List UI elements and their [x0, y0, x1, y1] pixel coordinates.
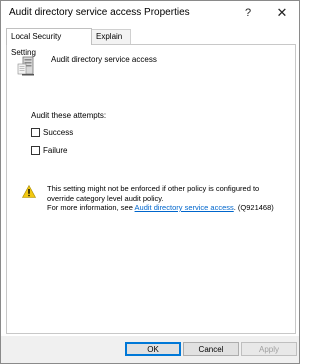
warning-message: This setting might not be enforced if ot…: [47, 184, 287, 213]
warning-icon: [22, 185, 36, 198]
warning-line-2: override category level audit policy.: [47, 193, 164, 203]
help-button[interactable]: ?: [233, 1, 263, 25]
policy-name: Audit directory service access: [51, 55, 157, 64]
failure-checkbox[interactable]: [31, 146, 40, 155]
success-option[interactable]: Success: [31, 128, 73, 137]
ok-button[interactable]: OK: [125, 342, 181, 356]
properties-dialog: Audit directory service access Propertie…: [0, 0, 300, 364]
warning-line-1: This setting might not be enforced if ot…: [47, 184, 260, 193]
tab-explain[interactable]: Explain: [91, 29, 131, 44]
warning-line-3: For more information, see Audit director…: [47, 203, 287, 213]
close-button[interactable]: ✕: [267, 1, 297, 25]
cancel-button[interactable]: Cancel: [183, 342, 239, 356]
title-bar: Audit directory service access Propertie…: [1, 1, 299, 25]
dialog-button-bar: OK Cancel Apply: [1, 336, 299, 363]
warning-line-3-prefix: For more information, see: [47, 203, 135, 212]
failure-label: Failure: [43, 146, 68, 155]
more-info-link[interactable]: Audit directory service access: [135, 203, 234, 212]
help-icon: ?: [244, 7, 252, 19]
failure-option[interactable]: Failure: [31, 146, 67, 155]
warning-line-3-suffix: . (Q921468): [233, 203, 274, 212]
apply-button[interactable]: Apply: [241, 342, 297, 356]
tab-panel: Audit directory service access Audit the…: [6, 44, 296, 334]
window-title: Audit directory service access Propertie…: [9, 7, 190, 18]
audit-attempts-label: Audit these attempts:: [31, 111, 107, 120]
close-icon: ✕: [276, 5, 288, 20]
tab-local-security-setting[interactable]: Local Security Setting: [6, 28, 92, 57]
success-label: Success: [43, 128, 74, 137]
success-checkbox[interactable]: [31, 128, 40, 137]
